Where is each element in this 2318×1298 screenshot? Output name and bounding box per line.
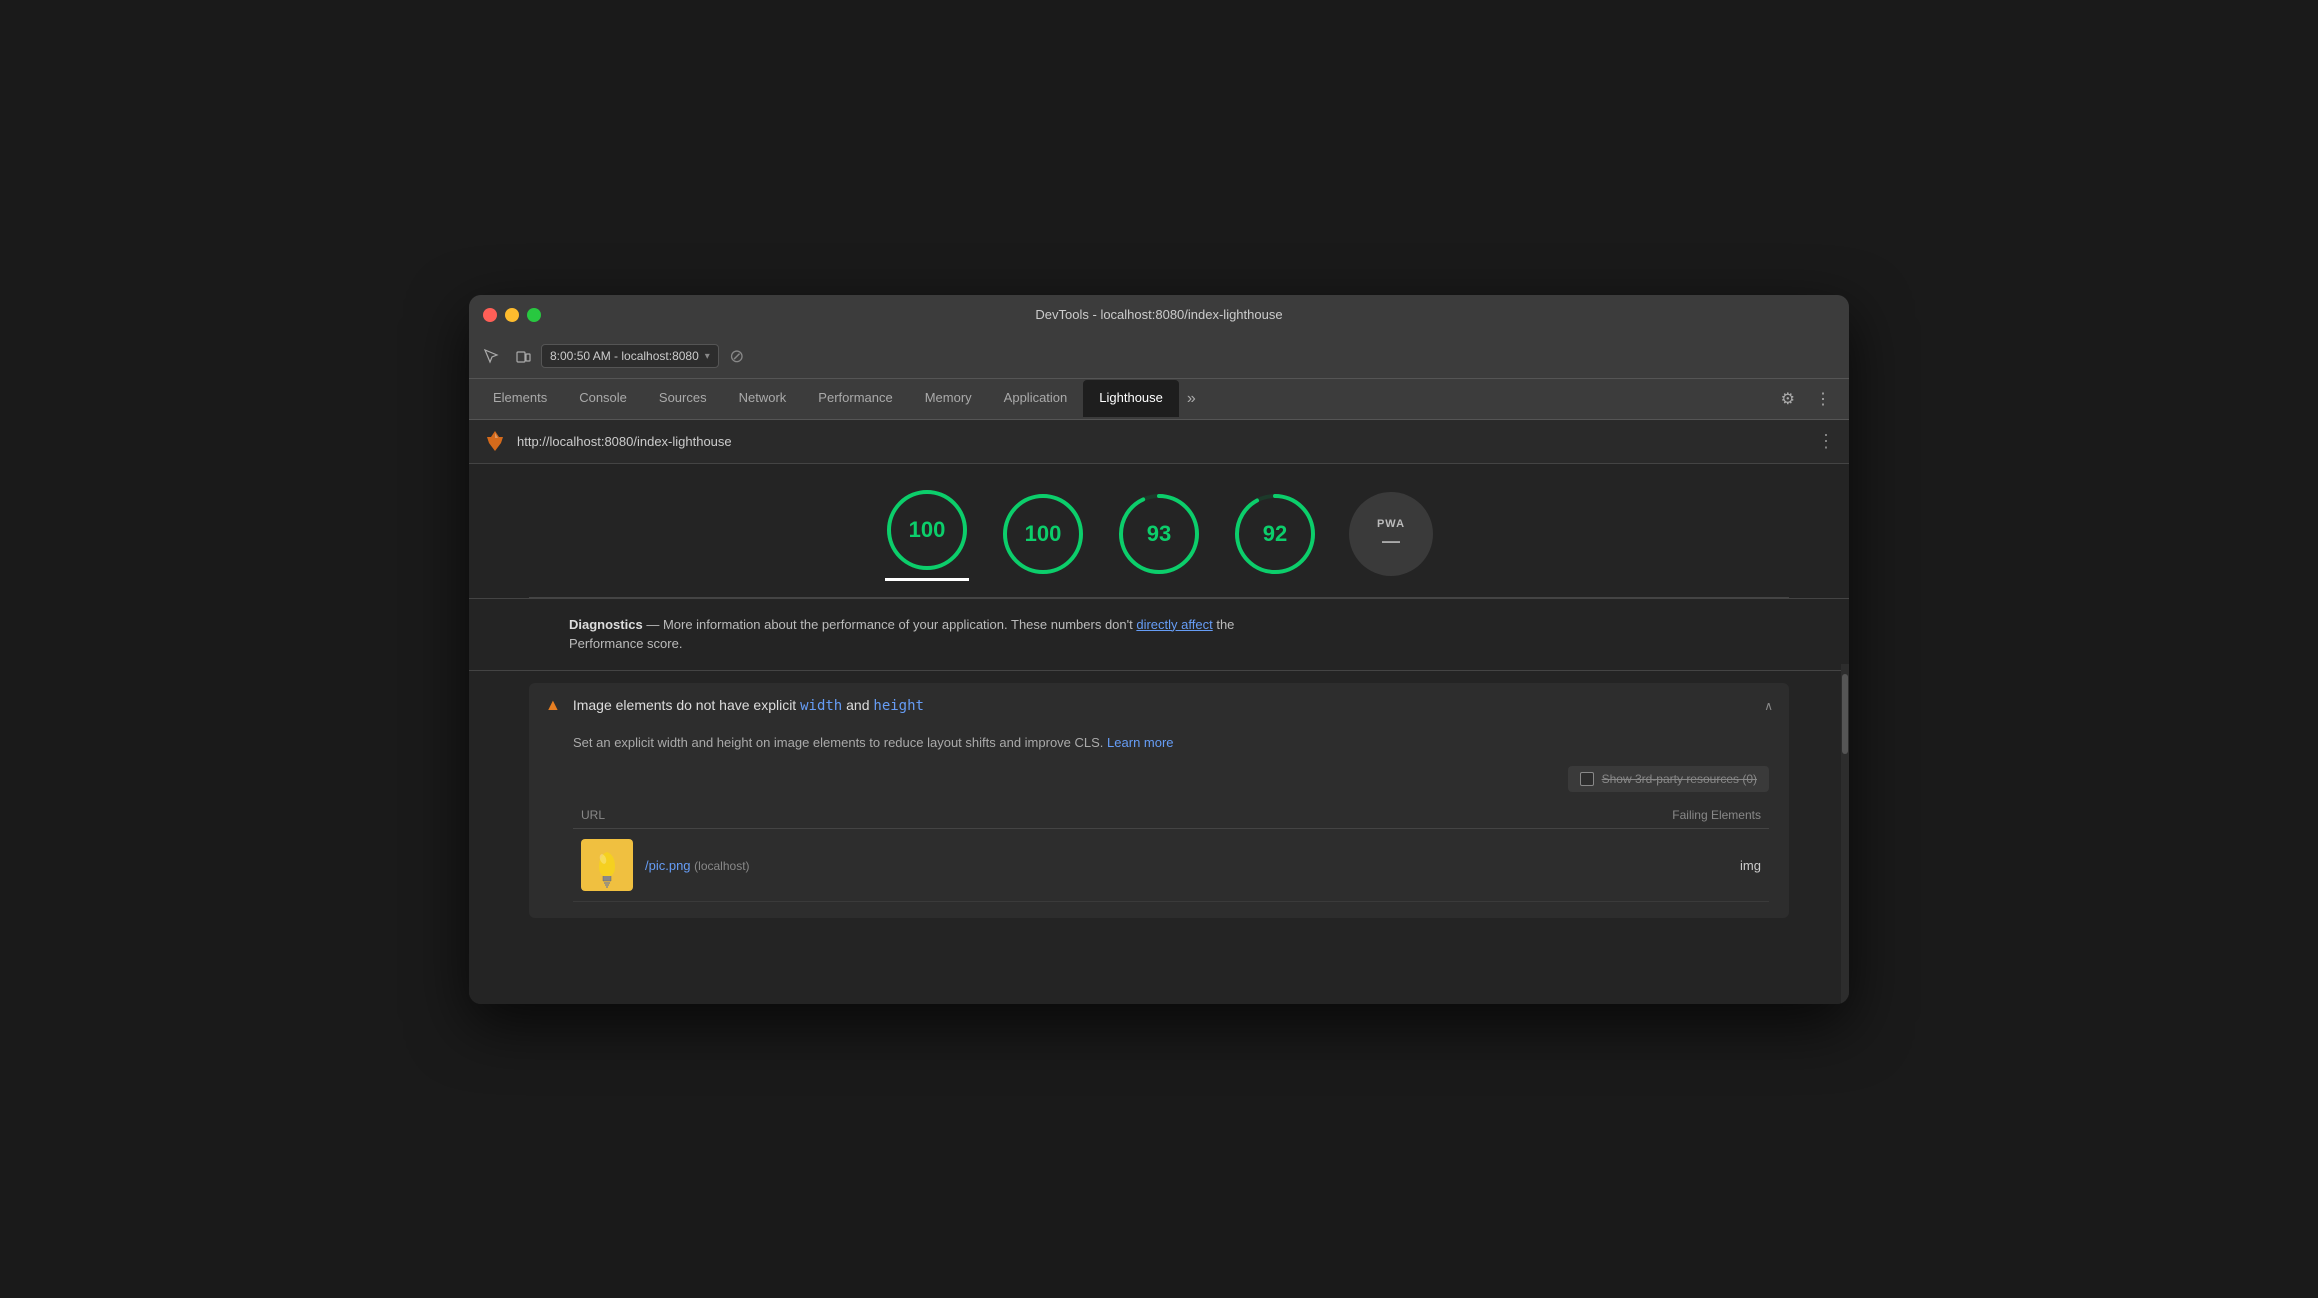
table-row: /pic.png (localhost) img: [573, 829, 1769, 902]
diagnostics-link[interactable]: directly affect: [1136, 617, 1212, 632]
score-seo: 92: [1233, 492, 1317, 576]
scores-row: 100 100: [469, 464, 1849, 597]
window-title: DevTools - localhost:8080/index-lighthou…: [1035, 307, 1282, 322]
code-height: height: [873, 698, 924, 714]
maximize-button[interactable]: [527, 308, 541, 322]
diagnostics-dash: —: [646, 617, 663, 632]
audit-item-image-dimensions: ▲ Image elements do not have explicit wi…: [529, 683, 1789, 919]
show-3rd-party-toggle[interactable]: Show 3rd-party resources (0): [1568, 766, 1769, 792]
diagnostics-body: More information about the performance o…: [663, 617, 1133, 632]
score-accessibility: 100: [1001, 492, 1085, 576]
image-thumbnail: [581, 839, 633, 891]
more-options-icon[interactable]: ⋮: [1805, 379, 1841, 419]
score-underline: [885, 578, 969, 581]
tab-lighthouse[interactable]: Lighthouse: [1083, 380, 1179, 417]
scrollbar-track[interactable]: [1841, 664, 1849, 1004]
score-93-value: 93: [1147, 521, 1171, 547]
show-3rd-label: Show 3rd-party resources (0): [1602, 772, 1757, 786]
audit-header[interactable]: ▲ Image elements do not have explicit wi…: [529, 683, 1789, 729]
score-100-b-value: 100: [1025, 521, 1062, 547]
failing-elements-cell: img: [1336, 829, 1769, 902]
inspect-icon[interactable]: [477, 342, 505, 370]
audit-table-controls: Show 3rd-party resources (0): [573, 766, 1769, 792]
toolbar: 8:00:50 AM - localhost:8080 ▾ ⊘: [469, 335, 1849, 379]
resource-host: (localhost): [694, 859, 749, 873]
score-pwa: PWA —: [1349, 492, 1433, 576]
tab-elements[interactable]: Elements: [477, 380, 563, 417]
diagnostics-title: Diagnostics: [569, 617, 643, 632]
address-bar[interactable]: 8:00:50 AM - localhost:8080 ▾: [541, 344, 719, 368]
diagnostics-section: Diagnostics — More information about the…: [469, 598, 1849, 671]
minimize-button[interactable]: [505, 308, 519, 322]
close-button[interactable]: [483, 308, 497, 322]
score-best-practices: 93: [1117, 492, 1201, 576]
devtools-window: DevTools - localhost:8080/index-lighthou…: [469, 295, 1849, 1004]
audit-desc-text: Set an explicit width and height on imag…: [573, 735, 1103, 750]
diagnostics-text2: the: [1216, 617, 1234, 632]
tab-application[interactable]: Application: [988, 380, 1084, 417]
show-3rd-checkbox[interactable]: [1580, 772, 1594, 786]
audit-description: Set an explicit width and height on imag…: [573, 733, 1769, 753]
audit-table: URL Failing Elements: [573, 802, 1769, 902]
audit-warning-icon: ▲: [545, 697, 561, 715]
score-performance: 100: [885, 488, 969, 572]
col-failing: Failing Elements: [1336, 802, 1769, 829]
scrollbar-thumb[interactable]: [1842, 674, 1848, 754]
audit-section: ▲ Image elements do not have explicit wi…: [469, 683, 1849, 919]
more-tabs-icon[interactable]: »: [1179, 380, 1204, 418]
lightbulb-icon: [585, 839, 629, 891]
tab-console[interactable]: Console: [563, 380, 643, 417]
score-100-a-value: 100: [909, 517, 946, 543]
title-bar: DevTools - localhost:8080/index-lighthou…: [469, 295, 1849, 335]
col-url: URL: [573, 802, 1336, 829]
audit-chevron-icon[interactable]: ∧: [1764, 699, 1773, 713]
tab-sources[interactable]: Sources: [643, 380, 723, 417]
url-row: http://localhost:8080/index-lighthouse ⋮: [469, 420, 1849, 464]
url-cell: /pic.png (localhost): [573, 829, 1336, 902]
resource-url[interactable]: /pic.png: [645, 858, 691, 873]
tab-memory[interactable]: Memory: [909, 380, 988, 417]
tab-network[interactable]: Network: [723, 380, 803, 417]
lighthouse-logo-icon: [483, 429, 507, 453]
traffic-lights: [483, 308, 541, 322]
audit-title: Image elements do not have explicit widt…: [573, 697, 1752, 714]
url-more-icon[interactable]: ⋮: [1817, 431, 1835, 452]
settings-icon[interactable]: ⚙: [1771, 379, 1805, 419]
tabs-bar: Elements Console Sources Network Perform…: [469, 379, 1849, 420]
page-url: http://localhost:8080/index-lighthouse: [517, 434, 1807, 449]
reload-icon[interactable]: ⊘: [723, 342, 751, 370]
diagnostics-text3: Performance score.: [569, 636, 682, 651]
address-dropdown[interactable]: ▾: [705, 351, 710, 362]
code-width: width: [800, 698, 842, 714]
main-content: 100 100: [469, 464, 1849, 1004]
address-text: 8:00:50 AM - localhost:8080: [550, 349, 699, 363]
learn-more-link[interactable]: Learn more: [1107, 735, 1173, 750]
tab-performance[interactable]: Performance: [802, 380, 908, 417]
device-toggle-icon[interactable]: [509, 342, 537, 370]
score-92-value: 92: [1263, 521, 1287, 547]
diagnostics-text: Diagnostics — More information about the…: [569, 615, 1749, 654]
audit-body: Set an explicit width and height on imag…: [529, 729, 1789, 919]
